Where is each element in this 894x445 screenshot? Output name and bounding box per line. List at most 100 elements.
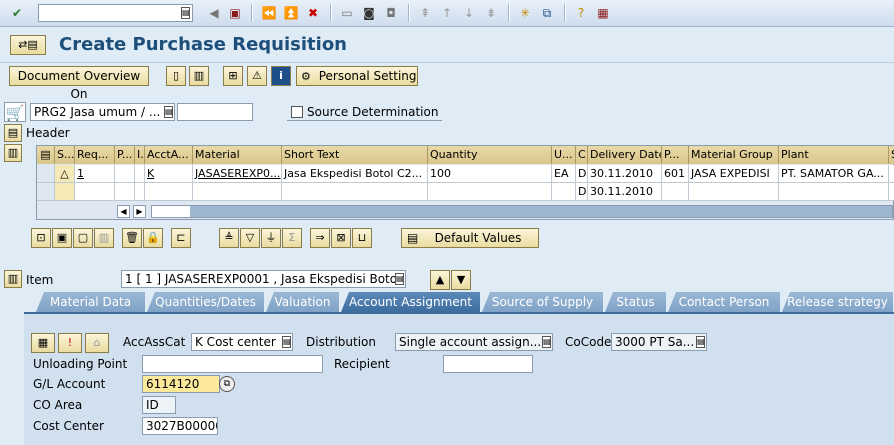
cell-acct[interactable] <box>145 183 193 201</box>
table-row[interactable]: D 30.11.2010 <box>37 183 894 201</box>
tab-release-strategy[interactable]: Release strategy <box>782 292 894 312</box>
back-icon[interactable]: ⏪ <box>260 4 278 22</box>
col-c[interactable]: C <box>576 146 588 164</box>
document-number-input[interactable] <box>177 103 253 121</box>
copy-icon[interactable]: ▥ <box>94 228 114 248</box>
cell-material[interactable] <box>193 183 282 201</box>
command-field[interactable] <box>38 4 193 22</box>
cost-center-input[interactable]: 3027B00000 <box>142 417 218 435</box>
sum-icon[interactable]: Σ <box>282 228 302 248</box>
gl-account-input[interactable]: 6114120 <box>142 375 220 393</box>
cell-material[interactable]: JASASEREXP0... <box>193 165 282 183</box>
last-page-icon[interactable]: ⇟ <box>482 4 500 22</box>
cell-short-text[interactable]: Jasa Ekspedisi Botol C2... <box>282 165 428 183</box>
account-info-icon[interactable]: ! <box>58 333 82 353</box>
col-unit[interactable]: U... <box>552 146 576 164</box>
accasscat-dropdown[interactable]: K Cost center ▤ <box>191 333 293 351</box>
find-next-icon[interactable]: ◘ <box>382 4 400 22</box>
cell-req[interactable] <box>75 183 115 201</box>
horizontal-scrollbar[interactable] <box>151 205 893 218</box>
info-icon[interactable]: i <box>271 66 291 86</box>
filter-icon[interactable]: ⏚ <box>261 228 281 248</box>
source-icon[interactable]: ⊠ <box>331 228 351 248</box>
cell-p2[interactable]: 601 <box>662 165 689 183</box>
cell-p2[interactable] <box>662 183 689 201</box>
previous-item-icon[interactable]: ▲ <box>430 270 450 290</box>
header-expand-icon[interactable]: ▤ <box>4 124 22 142</box>
cell-quantity[interactable]: 100 <box>428 165 552 183</box>
save-icon[interactable]: ▣ <box>226 4 244 22</box>
distribution-dropdown[interactable]: Single account assign... ▤ <box>395 333 553 351</box>
tab-quantities-dates[interactable]: Quantities/Dates <box>147 292 265 312</box>
cell-unit[interactable]: EA <box>552 165 576 183</box>
print-icon[interactable]: ▭ <box>338 4 356 22</box>
tab-contact-person[interactable]: Contact Person <box>668 292 781 312</box>
assign-icon[interactable]: ⇒ <box>310 228 330 248</box>
document-overview-button[interactable]: Document Overview On <box>9 66 149 101</box>
tab-material-data[interactable]: Material Data <box>36 292 146 312</box>
deselect-all-icon[interactable]: ▢ <box>73 228 93 248</box>
row-selector[interactable] <box>37 183 55 201</box>
items-collapse-icon[interactable]: ▥ <box>4 144 22 162</box>
print-preview-icon[interactable]: ≜ <box>219 228 239 248</box>
next-page-icon[interactable]: ↓ <box>460 4 478 22</box>
delete-icon[interactable]: 🗑 <box>122 228 142 248</box>
col-material[interactable]: Material <box>193 146 282 164</box>
source-determination-checkbox[interactable] <box>291 106 303 118</box>
cocode-dropdown[interactable]: 3000 PT Sa... ▤ <box>611 333 707 351</box>
exit-icon[interactable]: ⏫ <box>282 4 300 22</box>
cart-icon[interactable]: 🛒 <box>4 102 26 122</box>
cell-plant[interactable]: PT. SAMATOR GA... <box>779 165 889 183</box>
row-selector[interactable] <box>37 165 55 183</box>
tab-valuation[interactable]: Valuation <box>266 292 340 312</box>
messages-icon[interactable]: ⚠ <box>247 66 267 86</box>
co-area-input[interactable]: ID <box>142 396 176 414</box>
table-settings-icon[interactable]: ▤ <box>37 146 55 164</box>
unloading-point-input[interactable] <box>142 355 323 373</box>
personal-setting-button[interactable]: ⚙ Personal Setting <box>296 66 418 86</box>
col-p2[interactable]: P... <box>662 146 689 164</box>
back-arrow-icon[interactable]: ◀ <box>205 4 223 22</box>
find-icon[interactable]: ◙ <box>360 4 378 22</box>
cell-req[interactable]: 1 <box>75 165 115 183</box>
col-s[interactable]: S <box>889 146 894 164</box>
personal-object-icon[interactable]: ⊞ <box>223 66 243 86</box>
new-document-icon[interactable]: ▯ <box>166 66 186 86</box>
cell-quantity[interactable] <box>428 183 552 201</box>
cell-s[interactable] <box>889 183 894 201</box>
sort-icon[interactable]: ▽ <box>240 228 260 248</box>
col-material-group[interactable]: Material Group <box>689 146 779 164</box>
recipient-input[interactable] <box>443 355 533 373</box>
hold-icon[interactable]: ▥ <box>189 66 209 86</box>
cell-unit[interactable] <box>552 183 576 201</box>
shortcut-icon[interactable]: ⧉ <box>538 4 556 22</box>
select-all-icon[interactable]: ▣ <box>52 228 72 248</box>
col-acct[interactable]: AcctA... <box>145 146 193 164</box>
col-quantity[interactable]: Quantity <box>428 146 552 164</box>
first-page-icon[interactable]: ⇞ <box>416 4 434 22</box>
cell-c[interactable]: D <box>576 183 588 201</box>
tab-account-assignment[interactable]: Account Assignment <box>341 292 481 312</box>
item-collapse-icon[interactable]: ▥ <box>4 270 22 288</box>
col-status[interactable]: S... <box>55 146 75 164</box>
check-icon[interactable]: ⊔ <box>352 228 372 248</box>
enter-check-icon[interactable]: ✔ <box>8 4 26 22</box>
col-req[interactable]: Req... <box>75 146 115 164</box>
document-type-dropdown[interactable]: PRG2 Jasa umum / ... ▤ <box>30 103 175 121</box>
scrollbar-thumb[interactable] <box>152 206 190 217</box>
col-p[interactable]: P... <box>115 146 135 164</box>
cell-s[interactable] <box>889 165 894 183</box>
help-icon[interactable]: ? <box>572 4 590 22</box>
cell-plant[interactable] <box>779 183 889 201</box>
cancel-icon[interactable]: ✖ <box>304 4 322 22</box>
cell-material-group[interactable]: JASA EXPEDISI <box>689 165 779 183</box>
multi-account-icon[interactable]: ▦ <box>31 333 55 353</box>
default-values-button[interactable]: ▤ Default Values <box>401 228 539 248</box>
table-row[interactable]: △ 1 K JASASEREXP0... Jasa Ekspedisi Boto… <box>37 165 894 183</box>
next-item-icon[interactable]: ▼ <box>451 270 471 290</box>
tab-status[interactable]: Status <box>605 292 667 312</box>
scroll-left-icon[interactable]: ◀ <box>117 205 130 218</box>
cell-short-text[interactable] <box>282 183 428 201</box>
other-requisition-icon[interactable]: ⇄▤ <box>10 35 46 55</box>
cell-delivery-date[interactable]: 30.11.2010 <box>588 165 662 183</box>
